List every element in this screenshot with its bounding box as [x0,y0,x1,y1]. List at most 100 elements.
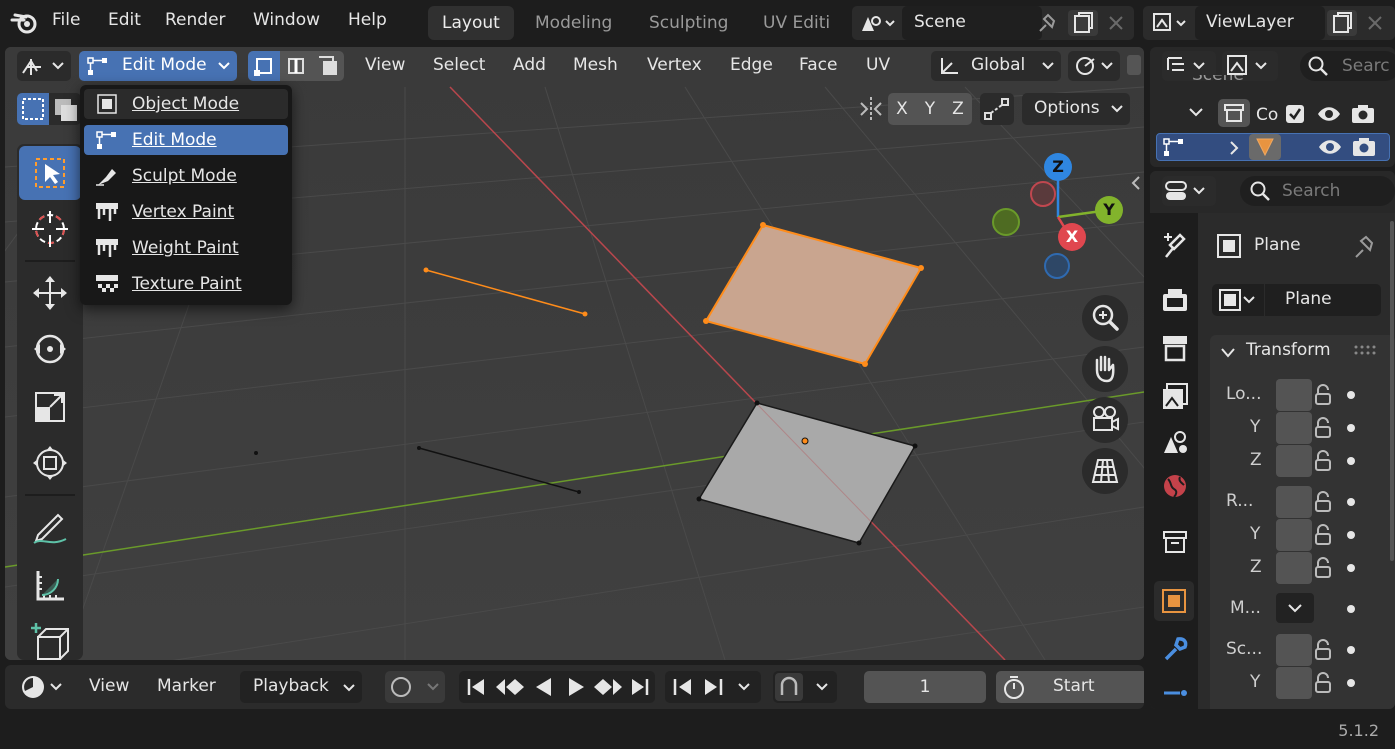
lock-icon[interactable] [1314,417,1332,439]
gizmo-x[interactable]: X [1058,223,1086,251]
keyframe-dot-icon[interactable] [1347,646,1355,654]
keyframe-dot-icon[interactable] [1347,531,1355,539]
menu-item-sculpt-mode[interactable]: Sculpt Mode [84,161,288,191]
scene-name[interactable]: Scene [914,12,966,32]
outliner-scene-row[interactable]: Scene [1192,75,1244,85]
lock-icon[interactable] [1314,639,1332,661]
keyframe-dot-icon[interactable] [1347,457,1355,465]
mirror-axis-icon[interactable] [855,93,887,125]
camera-view-icon[interactable] [1082,397,1128,443]
location-z-field[interactable] [1276,445,1312,477]
move-tool-icon[interactable] [19,266,81,320]
menu-item-vertex-paint[interactable]: Vertex Paint [84,197,288,227]
prev-keyframe-icon[interactable] [493,674,525,700]
outliner-search[interactable]: Searc [1300,51,1395,81]
select-extend-icon[interactable] [49,93,81,125]
select-box-tool-icon[interactable] [19,146,81,200]
zoom-icon[interactable] [1082,295,1128,341]
play-reverse-icon[interactable] [531,674,557,700]
scene-icon[interactable] [858,11,898,35]
frame-start-field[interactable]: Start [996,671,1144,703]
vertex-select-icon[interactable] [248,51,280,81]
menu-item-weight-paint[interactable]: Weight Paint [84,233,288,263]
object-browse-icon[interactable] [1212,284,1264,316]
mirror-x-toggle[interactable]: X [888,93,916,125]
jump-end-icon[interactable] [627,674,653,700]
keyframe-dot-icon[interactable] [1347,498,1355,506]
collection-name[interactable]: Co [1256,105,1278,125]
rotation-z-field[interactable] [1276,552,1312,584]
pivot-point-dropdown[interactable] [1068,51,1120,81]
menu-item-edit-mode[interactable]: Edit Mode [84,125,288,155]
mode-dropdown[interactable]: Edit Mode [79,51,237,81]
pan-hand-icon[interactable] [1082,346,1128,392]
tab-modeling[interactable]: Modeling [521,6,626,40]
eye-icon[interactable] [1316,103,1342,125]
gizmo-y[interactable]: Y [1095,196,1123,224]
keying-dropdown[interactable] [773,671,837,703]
render-camera-icon[interactable] [1351,136,1377,158]
next-frame-icon[interactable] [699,674,729,700]
viewlayer-name[interactable]: ViewLayer [1206,12,1294,32]
object-name-field[interactable]: Plane [1265,284,1381,316]
output-tab-icon[interactable] [1160,333,1190,363]
render-camera-icon[interactable] [1350,103,1376,125]
collection-tab-icon[interactable] [1160,527,1190,557]
vp-menu-mesh[interactable]: Mesh [573,55,618,75]
blender-logo-icon[interactable] [10,10,40,36]
close-icon[interactable] [1106,13,1126,33]
scale-x-field[interactable] [1276,634,1312,666]
vp-menu-add[interactable]: Add [513,55,546,75]
rotation-mode-dropdown[interactable] [1276,593,1314,623]
scene-tab-icon[interactable] [1160,427,1190,457]
rotate-tool-icon[interactable] [19,322,81,376]
location-x-field[interactable] [1276,379,1312,411]
properties-search[interactable]: Search [1240,176,1395,206]
playback-dropdown[interactable]: Playback [240,671,362,703]
drag-handle-icon[interactable] [1354,345,1376,355]
menu-item-texture-paint[interactable]: Texture Paint [84,269,288,299]
menu-file[interactable]: File [52,10,80,30]
add-cube-tool-icon[interactable] [19,614,81,660]
chevron-down-icon[interactable] [1220,347,1236,359]
transform-tool-icon[interactable] [19,436,81,490]
menu-window[interactable]: Window [253,10,320,30]
vp-menu-select[interactable]: Select [433,55,485,75]
modifier-tab-icon[interactable] [1160,635,1190,665]
vp-menu-face[interactable]: Face [799,55,837,75]
perspective-toggle-icon[interactable] [1082,448,1128,494]
lock-icon[interactable] [1314,491,1332,513]
world-tab-icon[interactable] [1160,471,1190,501]
close-viewlayer-icon[interactable] [1365,13,1385,33]
select-new-icon[interactable] [17,93,49,125]
mirror-y-toggle[interactable]: Y [916,93,944,125]
jump-start-icon[interactable] [463,674,489,700]
keyframe-dot-icon[interactable] [1347,424,1355,432]
sidebar-toggle-icon[interactable] [1128,171,1144,195]
header-scroll-arrow[interactable] [1127,55,1141,75]
cursor-tool-icon[interactable] [19,202,81,256]
chevron-down-icon[interactable] [737,682,751,692]
expand-arrow-icon[interactable] [1188,105,1204,119]
eye-icon[interactable] [1317,136,1343,158]
snap-icon[interactable] [980,93,1014,125]
menu-item-object-mode[interactable]: Object Mode [84,89,288,119]
keyframe-dot-icon[interactable] [1347,679,1355,687]
mirror-z-toggle[interactable]: Z [944,93,972,125]
measure-tool-icon[interactable] [19,558,81,612]
edge-select-icon[interactable] [280,51,312,81]
new-viewlayer-icon[interactable] [1327,10,1357,36]
location-y-field[interactable] [1276,412,1312,444]
render-tab-icon[interactable] [1160,285,1190,315]
outliner-row-plane[interactable] [1156,133,1390,161]
vp-menu-vertex[interactable]: Vertex [647,55,702,75]
current-frame-field[interactable]: 1 [864,671,986,703]
editor-type-button[interactable] [17,51,71,81]
new-scene-icon[interactable] [1068,10,1098,36]
menu-edit[interactable]: Edit [108,10,141,30]
viewlayer-icon[interactable] [1149,11,1189,35]
vp-menu-edge[interactable]: Edge [730,55,773,75]
expand-arrow-icon[interactable] [1227,140,1241,156]
view-layer-tab-icon[interactable] [1160,381,1190,411]
keyframe-dot-icon[interactable] [1347,605,1355,613]
